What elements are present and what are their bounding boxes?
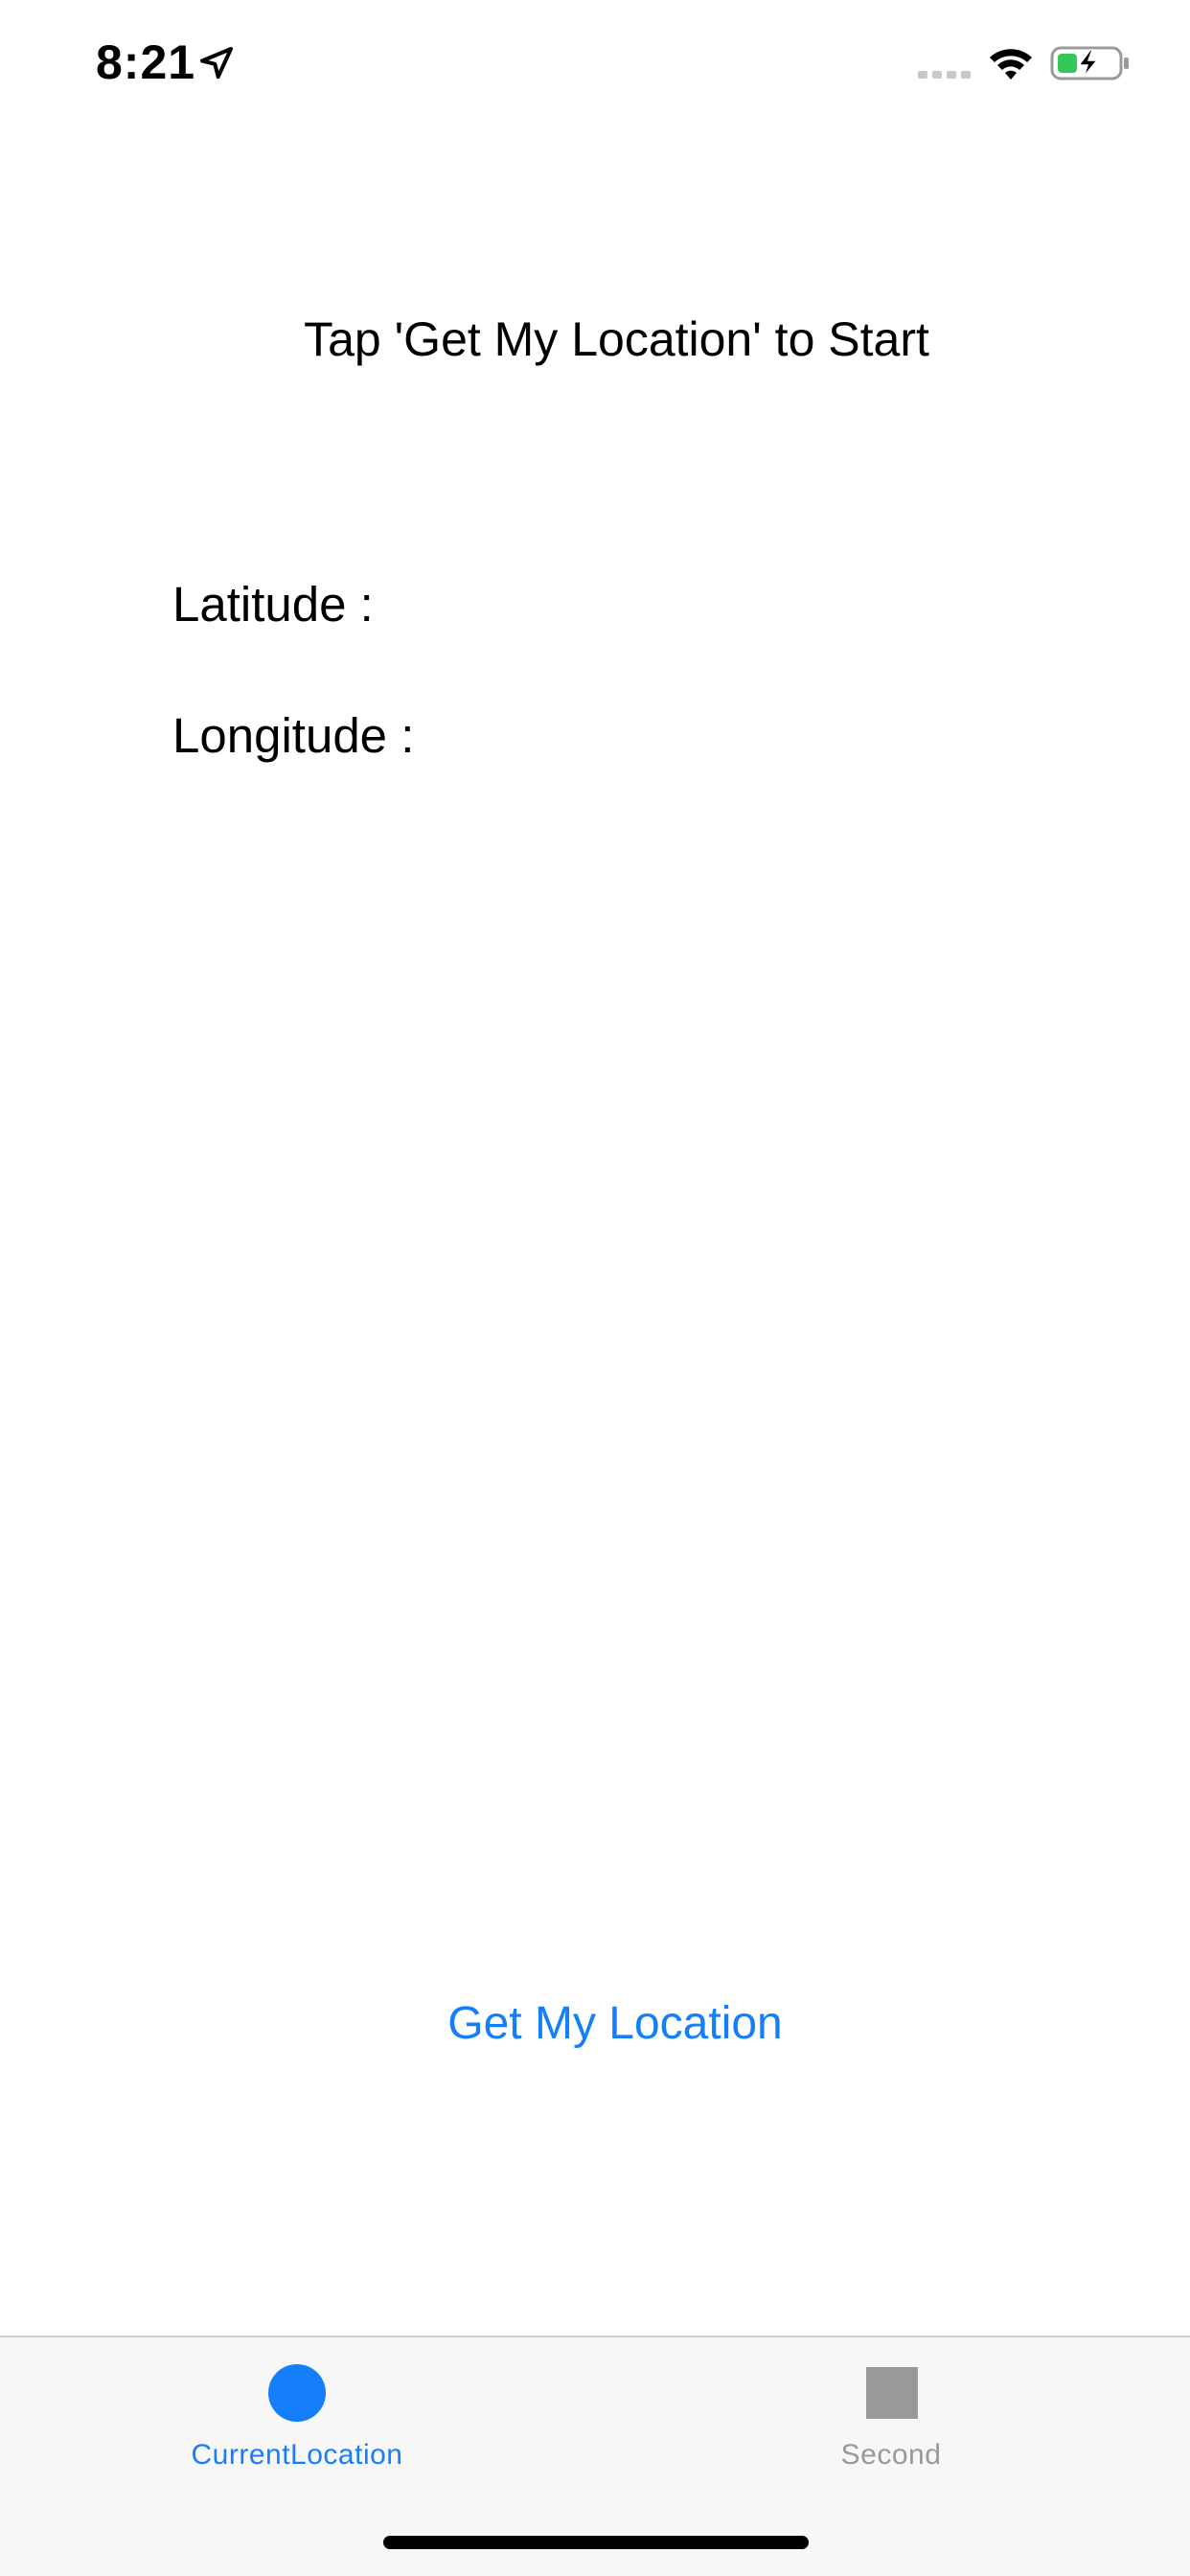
tab-second[interactable]: Second (738, 2337, 1044, 2510)
status-bar: 8:21 (0, 0, 1190, 126)
get-my-location-button[interactable]: Get My Location (0, 1997, 1190, 2050)
battery-charging-icon (1050, 46, 1129, 80)
location-arrow-icon (200, 47, 233, 80)
screen: 8:21 Tap 'Get My Location' to Start Lati… (0, 0, 1190, 2576)
cellular-signal-icon (918, 71, 971, 79)
home-indicator[interactable] (383, 2536, 809, 2549)
tab-current-location[interactable]: CurrentLocation (144, 2337, 450, 2510)
square-icon (866, 2367, 918, 2419)
tab-label: Second (840, 2439, 942, 2471)
wifi-icon (990, 49, 1032, 80)
latitude-label: Latitude : (172, 577, 374, 632)
tab-label: CurrentLocation (191, 2439, 403, 2471)
circle-icon (268, 2364, 326, 2422)
status-time: 8:21 (96, 35, 196, 89)
longitude-label: Longitude : (172, 708, 415, 763)
instruction-text: Tap 'Get My Location' to Start (304, 312, 929, 366)
